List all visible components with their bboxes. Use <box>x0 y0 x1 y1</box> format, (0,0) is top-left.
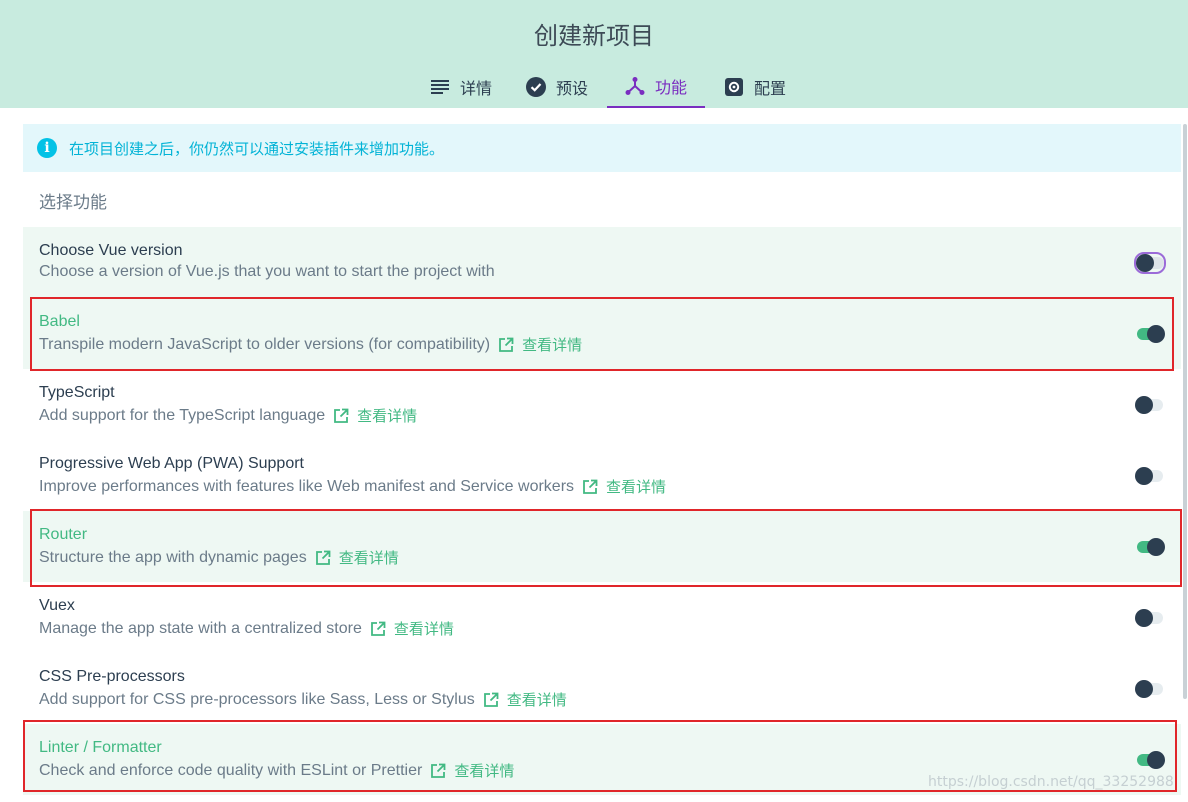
more-info-link[interactable]: 查看详情 <box>370 618 454 639</box>
more-info-label: 查看详情 <box>606 478 667 496</box>
tab-label: 预设 <box>556 79 589 98</box>
feature-description-text: Improve performances with features like … <box>39 477 575 495</box>
external-link-icon <box>582 479 598 495</box>
section-title: 选择功能 <box>39 193 107 213</box>
feature-toggle[interactable] <box>1134 252 1166 274</box>
tab-presets[interactable]: 预设 <box>526 66 588 108</box>
feature-description-text: Add support for the TypeScript language <box>39 406 326 424</box>
watermark: https://blog.csdn.net/qq_33252988 <box>928 774 1174 790</box>
feature-pwa[interactable]: Progressive Web App (PWA) Support Improv… <box>23 440 1181 511</box>
tab-config[interactable]: 配置 <box>724 66 786 108</box>
more-info-link[interactable]: 查看详情 <box>483 689 567 710</box>
header: 创建新项目 详情 预设 功能 配置 <box>0 0 1188 108</box>
feature-name: Vuex <box>39 597 75 614</box>
info-banner: i 在项目创建之后，你仍然可以通过安装插件来增加功能。 <box>23 124 1181 172</box>
feature-toggle[interactable] <box>1135 679 1165 699</box>
feature-name: Choose Vue version <box>39 242 183 259</box>
tab-features[interactable]: 功能 <box>607 66 705 108</box>
more-info-label: 查看详情 <box>506 691 567 709</box>
feature-description: Manage the app state with a centralized … <box>39 618 454 639</box>
tab-bar: 详情 预设 功能 配置 <box>0 66 1188 108</box>
feature-css-preprocessors[interactable]: CSS Pre-processors Add support for CSS p… <box>23 653 1181 724</box>
highlight-box-router <box>30 509 1182 587</box>
feature-name: Progressive Web App (PWA) Support <box>39 455 304 472</box>
tab-label: 配置 <box>754 79 787 98</box>
tab-details[interactable]: 详情 <box>430 66 492 108</box>
feature-description: Add support for the TypeScript language … <box>39 405 417 426</box>
external-link-icon <box>370 621 386 637</box>
feature-vue-version[interactable]: Choose Vue version Choose a version of V… <box>23 227 1181 298</box>
more-info-link[interactable]: 查看详情 <box>582 476 666 497</box>
feature-description: Improve performances with features like … <box>39 476 666 497</box>
list-icon <box>430 77 450 97</box>
external-link-icon <box>333 408 349 424</box>
feature-description-text: Choose a version of Vue.js that you want… <box>39 263 495 280</box>
feature-typescript[interactable]: TypeScript Add support for the TypeScrip… <box>23 369 1181 440</box>
feature-description-text: Manage the app state with a centralized … <box>39 619 362 637</box>
scrollbar[interactable] <box>1183 124 1187 699</box>
more-info-label: 查看详情 <box>357 407 418 425</box>
tab-label: 功能 <box>655 78 688 97</box>
feature-description: Choose a version of Vue.js that you want… <box>39 263 495 281</box>
feature-name: CSS Pre-processors <box>39 668 185 685</box>
page-title: 创建新项目 <box>534 22 654 50</box>
info-text: 在项目创建之后，你仍然可以通过安装插件来增加功能。 <box>69 139 445 158</box>
gear-icon <box>724 77 744 97</box>
feature-description-text: Add support for CSS pre-processors like … <box>39 690 475 708</box>
highlight-box-babel <box>30 297 1174 371</box>
tab-label: 详情 <box>460 79 493 98</box>
feature-vuex[interactable]: Vuex Manage the app state with a central… <box>23 582 1181 653</box>
merge-icon <box>625 76 645 96</box>
check-circle-icon <box>526 77 546 97</box>
feature-name: TypeScript <box>39 384 115 401</box>
more-info-link[interactable]: 查看详情 <box>333 405 417 426</box>
feature-description: Add support for CSS pre-processors like … <box>39 689 567 710</box>
external-link-icon <box>483 692 499 708</box>
feature-toggle[interactable] <box>1135 608 1165 628</box>
more-info-label: 查看详情 <box>393 620 454 638</box>
info-icon: i <box>37 138 57 158</box>
feature-toggle[interactable] <box>1135 466 1165 486</box>
feature-toggle[interactable] <box>1135 395 1165 415</box>
